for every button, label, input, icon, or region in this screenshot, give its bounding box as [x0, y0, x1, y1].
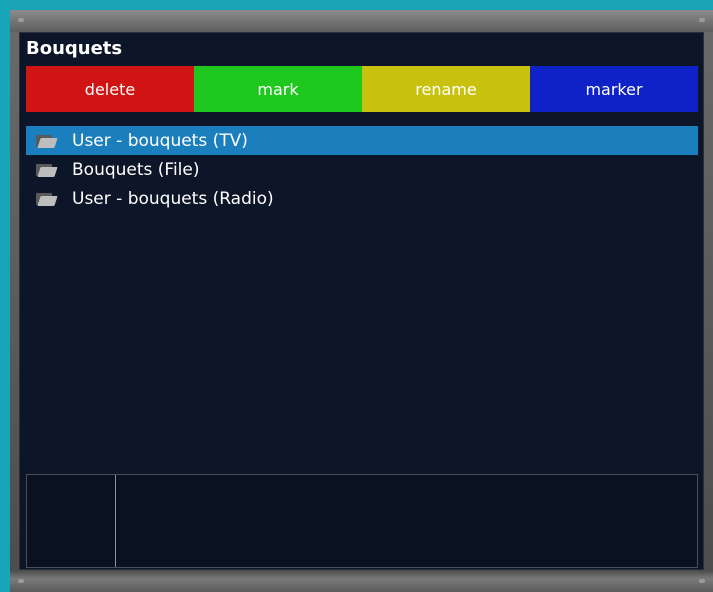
list-item[interactable]: User - bouquets (TV)	[26, 126, 698, 155]
delete-button[interactable]: delete	[26, 66, 194, 112]
page-title: Bouquets	[26, 38, 123, 59]
info-panel	[26, 474, 698, 568]
list-item-label: User - bouquets (Radio)	[72, 188, 274, 209]
frame-bottom-bar	[10, 570, 713, 592]
info-panel-divider	[115, 475, 116, 567]
list-item-label: User - bouquets (TV)	[72, 130, 248, 151]
folder-icon	[36, 133, 58, 148]
left-edge-strip	[0, 0, 10, 592]
folder-icon	[36, 162, 58, 177]
screw-icon	[18, 579, 24, 583]
list-item[interactable]: User - bouquets (Radio)	[26, 184, 698, 213]
list-item[interactable]: Bouquets (File)	[26, 155, 698, 184]
screw-icon	[18, 18, 24, 22]
screw-icon	[699, 18, 705, 22]
rename-button[interactable]: rename	[362, 66, 530, 112]
marker-button[interactable]: marker	[530, 66, 698, 112]
mark-button[interactable]: mark	[194, 66, 362, 112]
frame-top-bar	[10, 10, 713, 32]
list-item-label: Bouquets (File)	[72, 159, 200, 180]
screw-icon	[699, 579, 705, 583]
bouquet-list: User - bouquets (TV) Bouquets (File) Use…	[26, 126, 698, 213]
folder-icon	[36, 191, 58, 206]
